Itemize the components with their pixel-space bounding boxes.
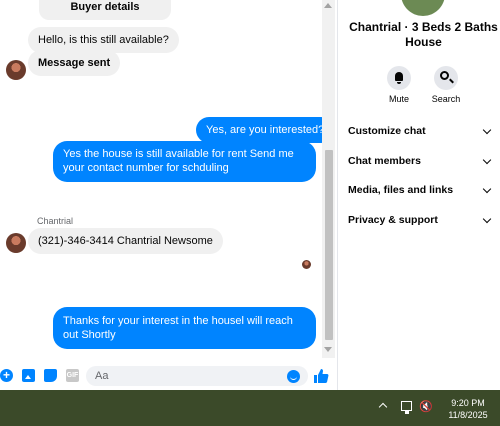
chevron-down-icon [482,214,492,224]
gif-icon[interactable]: GIF [66,369,79,382]
chat-pane: Buyer details Hello, is this still avail… [0,0,336,390]
clock-date[interactable]: 11/8/2025 [438,410,498,420]
scrollbar-thumb[interactable] [325,150,333,340]
chat-details-panel: Chantrial · 3 Beds 2 Baths House Mute Se… [337,0,500,390]
message-bubble: Yes, are you interested? [196,117,335,143]
chat-title: Chantrial · 3 Beds 2 Baths House [349,20,498,49]
avatar [6,233,26,253]
search-button[interactable] [434,66,458,90]
section-label: Privacy & support [348,214,438,226]
message-bubble: Yes the house is still available for ren… [53,141,316,182]
sticker-icon[interactable] [44,369,57,382]
search-label: Search [431,94,461,104]
section-customize-chat[interactable]: Customize chat [348,121,498,141]
message-bubble: Message sent [28,50,121,76]
section-media-files-links[interactable]: Media, files and links [348,180,498,200]
bell-icon [395,72,403,84]
section-label: Chat members [348,155,421,167]
plus-icon[interactable]: + [0,369,13,382]
message-bubble: (321)-346-3414 Chantrial Newsome [28,228,223,254]
section-chat-members[interactable]: Chat members [348,151,498,171]
volume-muted-icon[interactable]: 🔇 [419,400,433,413]
chevron-up-icon[interactable] [378,402,388,412]
avatar [401,0,445,16]
scroll-down-arrow[interactable] [324,347,332,352]
taskbar: 🔇 9:20 PM 11/8/2025 [0,390,500,426]
mute-button[interactable] [387,66,411,90]
message-bubble: Buyer details [39,0,171,20]
clock-time[interactable]: 9:20 PM [438,398,498,408]
section-label: Media, files and links [348,184,454,196]
chevron-down-icon [482,155,492,165]
chevron-down-icon [482,184,492,194]
thumbs-up-icon[interactable] [313,368,329,384]
chevron-down-icon [482,125,492,135]
scroll-up-arrow[interactable] [324,3,332,8]
avatar [6,60,26,80]
section-privacy-support[interactable]: Privacy & support [348,210,498,230]
network-icon[interactable] [401,401,412,414]
photo-icon[interactable] [22,369,35,382]
emoji-icon[interactable] [287,370,300,383]
sender-name: Chantrial [37,216,74,226]
mute-label: Mute [388,94,409,104]
message-composer: + GIF [0,363,336,390]
message-bubble: Thanks for your interest in the housel w… [53,307,316,349]
section-label: Customize chat [348,125,426,137]
message-input[interactable] [86,366,308,386]
seen-avatar [302,260,311,269]
search-icon [440,71,449,80]
